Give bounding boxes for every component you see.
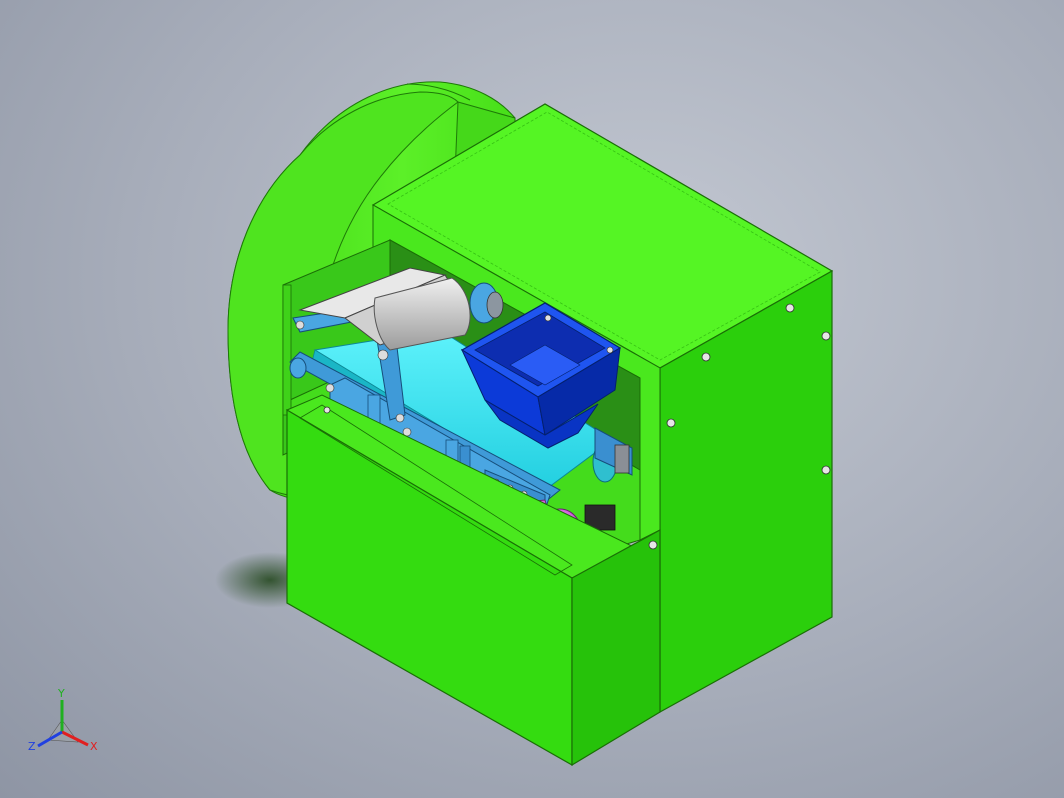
tail-block: [614, 444, 630, 474]
idler-roller: [289, 357, 307, 379]
triad-z-label: Z: [28, 740, 36, 753]
side-bolt: [666, 418, 676, 428]
side-bolt: [323, 406, 331, 414]
side-bolt: [821, 465, 831, 475]
cad-model-view[interactable]: Y X Z: [0, 0, 1064, 798]
view-triad[interactable]: Y X Z: [28, 687, 98, 753]
drive-pulley-hub: [486, 291, 504, 319]
cad-viewport[interactable]: Y X Z: [0, 0, 1064, 798]
side-bolt: [701, 352, 711, 362]
triad-x-label: X: [90, 740, 98, 753]
hopper-bolt: [544, 314, 552, 322]
pivot-bolt: [395, 413, 405, 423]
side-bolt: [785, 303, 795, 313]
hopper-bolt: [606, 346, 614, 354]
triad-y-label: Y: [57, 687, 65, 700]
pivot-bolt: [377, 349, 389, 361]
left-post: [282, 284, 292, 416]
side-bolt: [648, 540, 658, 550]
side-bolt: [821, 331, 831, 341]
pivot-bolt: [295, 320, 305, 330]
pivot-bolt: [325, 383, 335, 393]
